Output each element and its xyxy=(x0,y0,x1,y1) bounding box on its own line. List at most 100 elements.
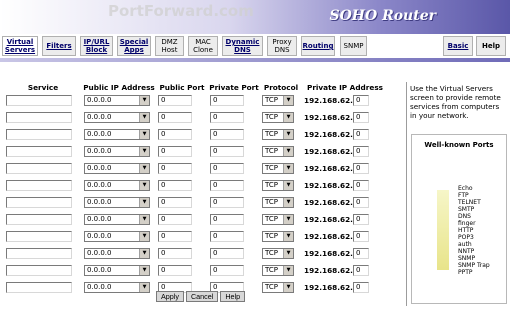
private-port-input[interactable]: 0 xyxy=(210,129,244,140)
help-button[interactable]: Help xyxy=(220,291,246,302)
protocol-select[interactable]: TCP ▼ xyxy=(262,180,294,191)
protocol-select[interactable]: TCP ▼ xyxy=(262,112,294,123)
protocol-select[interactable]: TCP ▼ xyxy=(262,248,294,259)
help-sidebar: Use the Virtual Servers screen to provid… xyxy=(406,82,509,306)
private-ip-last-octet-input[interactable]: 0 xyxy=(352,129,369,140)
tab-filters[interactable]: Filters xyxy=(42,36,76,56)
protocol-select[interactable]: TCP ▼ xyxy=(262,95,294,106)
chevron-down-icon: ▼ xyxy=(283,113,293,122)
public-port-input[interactable]: 0 xyxy=(158,95,192,106)
service-input[interactable] xyxy=(6,95,72,106)
service-input[interactable] xyxy=(6,180,72,191)
private-port-input[interactable]: 0 xyxy=(210,248,244,259)
public-ip-select[interactable]: 0.0.0.0 ▼ xyxy=(84,248,150,259)
public-port-input[interactable]: 0 xyxy=(158,180,192,191)
protocol-select[interactable]: TCP ▼ xyxy=(262,282,294,293)
service-input[interactable] xyxy=(6,197,72,208)
private-ip-last-octet-input[interactable]: 0 xyxy=(352,180,369,191)
protocol-select[interactable]: TCP ▼ xyxy=(262,197,294,208)
protocol-select[interactable]: TCP ▼ xyxy=(262,146,294,157)
chevron-down-icon: ▼ xyxy=(139,96,149,105)
public-ip-select[interactable]: 0.0.0.0 ▼ xyxy=(84,112,150,123)
chevron-down-icon: ▼ xyxy=(283,164,293,173)
public-ip-select[interactable]: 0.0.0.0 ▼ xyxy=(84,180,150,191)
public-port-input[interactable]: 0 xyxy=(158,129,192,140)
public-ip-select[interactable]: 0.0.0.0 ▼ xyxy=(84,214,150,225)
protocol-select[interactable]: TCP ▼ xyxy=(262,214,294,225)
private-ip-last-octet-input[interactable]: 0 xyxy=(352,95,369,106)
private-port-input[interactable]: 0 xyxy=(210,146,244,157)
private-port-input[interactable]: 0 xyxy=(210,112,244,123)
public-ip-select[interactable]: 0.0.0.0 ▼ xyxy=(84,197,150,208)
header-private-port: Private Port xyxy=(209,82,259,92)
service-input[interactable] xyxy=(6,129,72,140)
apply-button[interactable]: Apply xyxy=(156,291,184,302)
table-row: 0.0.0.0 ▼ 0 0 TCP ▼ 192.168.62. 0 xyxy=(4,126,388,143)
cancel-button[interactable]: Cancel xyxy=(185,291,219,302)
private-ip-last-octet-input[interactable]: 0 xyxy=(352,265,369,276)
private-port-input[interactable]: 0 xyxy=(210,214,244,225)
table-row: 0.0.0.0 ▼ 0 0 TCP ▼ 192.168.62. 0 xyxy=(4,160,388,177)
service-input[interactable] xyxy=(6,214,72,225)
public-port-input[interactable]: 0 xyxy=(158,163,192,174)
private-port-input[interactable]: 0 xyxy=(210,163,244,174)
public-port-input[interactable]: 0 xyxy=(158,214,192,225)
public-ip-select[interactable]: 0.0.0.0 ▼ xyxy=(84,95,150,106)
private-ip-last-octet-input[interactable]: 0 xyxy=(352,248,369,259)
private-ip-last-octet-input[interactable]: 0 xyxy=(352,214,369,225)
public-ip-select[interactable]: 0.0.0.0 ▼ xyxy=(84,231,150,242)
protocol-select[interactable]: TCP ▼ xyxy=(262,129,294,140)
protocol-select[interactable]: TCP ▼ xyxy=(262,231,294,242)
tab-snmp[interactable]: SNMP xyxy=(340,36,367,56)
chevron-down-icon: ▼ xyxy=(283,283,293,292)
public-port-input[interactable]: 0 xyxy=(158,146,192,157)
public-port-input[interactable]: 0 xyxy=(158,112,192,123)
private-ip-last-octet-input[interactable]: 0 xyxy=(352,163,369,174)
service-input[interactable] xyxy=(6,231,72,242)
private-ip-last-octet-input[interactable]: 0 xyxy=(352,282,369,293)
service-input[interactable] xyxy=(6,163,72,174)
private-port-input[interactable]: 0 xyxy=(210,197,244,208)
chevron-down-icon: ▼ xyxy=(139,130,149,139)
public-ip-select[interactable]: 0.0.0.0 ▼ xyxy=(84,129,150,140)
tab-basic[interactable]: Basic xyxy=(443,36,473,56)
public-port-input[interactable]: 0 xyxy=(158,231,192,242)
private-port-input[interactable]: 0 xyxy=(210,231,244,242)
port-item: SNMP xyxy=(458,255,476,262)
private-port-input[interactable]: 0 xyxy=(210,265,244,276)
chevron-down-icon: ▼ xyxy=(283,266,293,275)
tab-routing[interactable]: Routing xyxy=(301,36,335,56)
private-port-input[interactable]: 0 xyxy=(210,180,244,191)
service-input[interactable] xyxy=(6,248,72,259)
tab-special-apps[interactable]: Special Apps xyxy=(117,36,151,56)
private-port-input[interactable]: 0 xyxy=(210,95,244,106)
tab-dmz-host[interactable]: DMZ Host xyxy=(155,36,184,56)
private-ip-last-octet-input[interactable]: 0 xyxy=(352,146,369,157)
chevron-down-icon: ▼ xyxy=(283,130,293,139)
tab-proxy-dns[interactable]: Proxy DNS xyxy=(267,36,297,56)
chevron-down-icon: ▼ xyxy=(283,215,293,224)
public-ip-select[interactable]: 0.0.0.0 ▼ xyxy=(84,146,150,157)
service-input[interactable] xyxy=(6,146,72,157)
protocol-select[interactable]: TCP ▼ xyxy=(262,265,294,276)
public-ip-select[interactable]: 0.0.0.0 ▼ xyxy=(84,163,150,174)
chevron-down-icon: ▼ xyxy=(283,181,293,190)
app-title: SOHO Router xyxy=(329,8,436,24)
private-ip-last-octet-input[interactable]: 0 xyxy=(352,231,369,242)
service-input[interactable] xyxy=(6,112,72,123)
public-port-input[interactable]: 0 xyxy=(158,248,192,259)
protocol-select[interactable]: TCP ▼ xyxy=(262,163,294,174)
public-port-input[interactable]: 0 xyxy=(158,265,192,276)
tab-dynamic-dns[interactable]: Dynamic DNS xyxy=(222,36,263,56)
private-ip-last-octet-input[interactable]: 0 xyxy=(352,112,369,123)
public-ip-select[interactable]: 0.0.0.0 ▼ xyxy=(84,265,150,276)
tab-ip-url-block[interactable]: IP/URL Block xyxy=(80,36,113,56)
public-ip-select[interactable]: 0.0.0.0 ▼ xyxy=(84,282,150,293)
service-input[interactable] xyxy=(6,282,72,293)
tab-mac-clone[interactable]: MAC Clone xyxy=(188,36,218,56)
private-ip-last-octet-input[interactable]: 0 xyxy=(352,197,369,208)
tab-virtual-servers[interactable]: Virtual Servers xyxy=(2,36,38,56)
public-port-input[interactable]: 0 xyxy=(158,197,192,208)
service-input[interactable] xyxy=(6,265,72,276)
tab-help[interactable]: Help xyxy=(476,36,506,56)
